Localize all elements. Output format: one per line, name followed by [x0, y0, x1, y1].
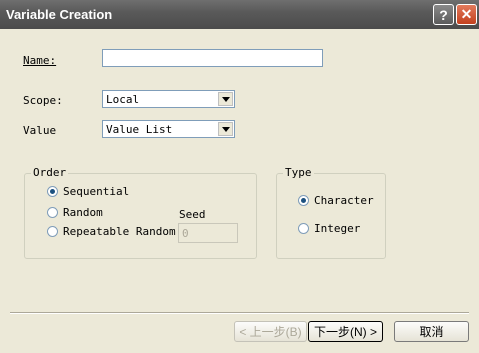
scope-value: Local [106, 93, 140, 106]
type-group: Type [276, 166, 386, 259]
radio-icon[interactable] [298, 223, 309, 234]
variable-creation-dialog: Variable Creation ? ✕ Name: Scope: Local… [0, 0, 479, 353]
name-label: Name: [23, 54, 57, 67]
seed-label: Seed [179, 208, 206, 221]
name-input[interactable] [102, 49, 323, 67]
value-value: Value List [106, 123, 173, 136]
order-radio-repeatable-random[interactable]: Repeatable Random [47, 225, 176, 238]
help-button[interactable]: ? [433, 4, 454, 25]
radio-selected-icon[interactable] [298, 195, 309, 206]
next-button[interactable]: 下一步(N) > [308, 321, 383, 342]
order-option-label: Random [63, 206, 103, 219]
radio-icon[interactable] [47, 226, 58, 237]
close-button[interactable]: ✕ [456, 4, 477, 25]
radio-selected-icon[interactable] [47, 186, 58, 197]
chevron-down-icon[interactable] [218, 92, 233, 106]
seed-value: 0 [182, 227, 189, 240]
type-legend: Type [283, 166, 314, 179]
title-bar[interactable]: Variable Creation ? ✕ [0, 0, 479, 29]
type-option-label: Integer [314, 222, 361, 235]
scope-label: Scope: [23, 94, 63, 107]
order-radio-random[interactable]: Random [47, 206, 103, 219]
scope-dropdown[interactable]: Local [102, 90, 235, 108]
seed-input[interactable]: 0 [178, 223, 238, 243]
close-icon: ✕ [460, 6, 473, 22]
value-label: Value [23, 124, 57, 137]
order-legend: Order [31, 166, 69, 179]
help-icon: ? [439, 6, 448, 23]
value-dropdown[interactable]: Value List [102, 120, 235, 138]
order-option-label: Repeatable Random [63, 225, 176, 238]
separator [10, 312, 469, 314]
order-option-label: Sequential [63, 185, 130, 198]
order-radio-sequential[interactable]: Sequential [47, 185, 129, 198]
type-radio-integer[interactable]: Integer [298, 222, 360, 235]
back-button[interactable]: < 上一步(B) [234, 321, 307, 342]
type-option-label: Character [314, 194, 374, 207]
radio-icon[interactable] [47, 207, 58, 218]
cancel-button[interactable]: 取消 [394, 321, 469, 342]
chevron-down-icon[interactable] [218, 122, 233, 136]
type-radio-character[interactable]: Character [298, 194, 374, 207]
window-title: Variable Creation [6, 7, 113, 22]
